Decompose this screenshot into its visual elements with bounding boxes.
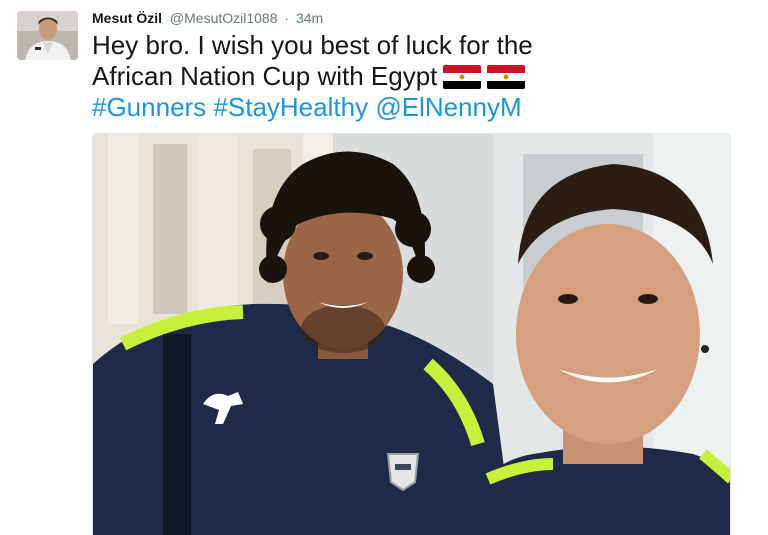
mention-elnennym[interactable]: @ElNennyM: [375, 92, 521, 122]
author-avatar[interactable]: [17, 11, 78, 60]
tweet-text-line-2-text: African Nation Cup with Egypt: [92, 61, 438, 91]
separator-dot: ·: [284, 10, 290, 26]
tweet-header: Mesut Özil @MesutOzil1088 · 34m: [92, 9, 323, 29]
tweet-text-line-2: African Nation Cup with Egypt: [92, 61, 752, 92]
selfie-photo-icon: [93, 134, 730, 535]
tweet-text-line-3: #Gunners #StayHealthy @ElNennyM: [92, 92, 752, 123]
egypt-flag-icon: [443, 65, 482, 89]
avatar-icon: [17, 11, 78, 60]
hashtag-stayhealthy[interactable]: #StayHealthy: [213, 92, 368, 122]
tweet-timestamp[interactable]: 34m: [296, 10, 323, 26]
hashtag-gunners[interactable]: #Gunners: [92, 92, 206, 122]
tweet-text-line-1: Hey bro. I wish you best of luck for the: [92, 30, 533, 60]
tweet-photo[interactable]: [92, 133, 731, 535]
author-name[interactable]: Mesut Özil: [92, 10, 162, 26]
tweet-text: Hey bro. I wish you best of luck for the…: [92, 30, 752, 123]
author-handle[interactable]: @MesutOzil1088: [170, 10, 278, 26]
egypt-flag-icon: [487, 65, 526, 89]
tweet[interactable]: Mesut Özil @MesutOzil1088 · 34m Hey bro.…: [0, 0, 768, 535]
